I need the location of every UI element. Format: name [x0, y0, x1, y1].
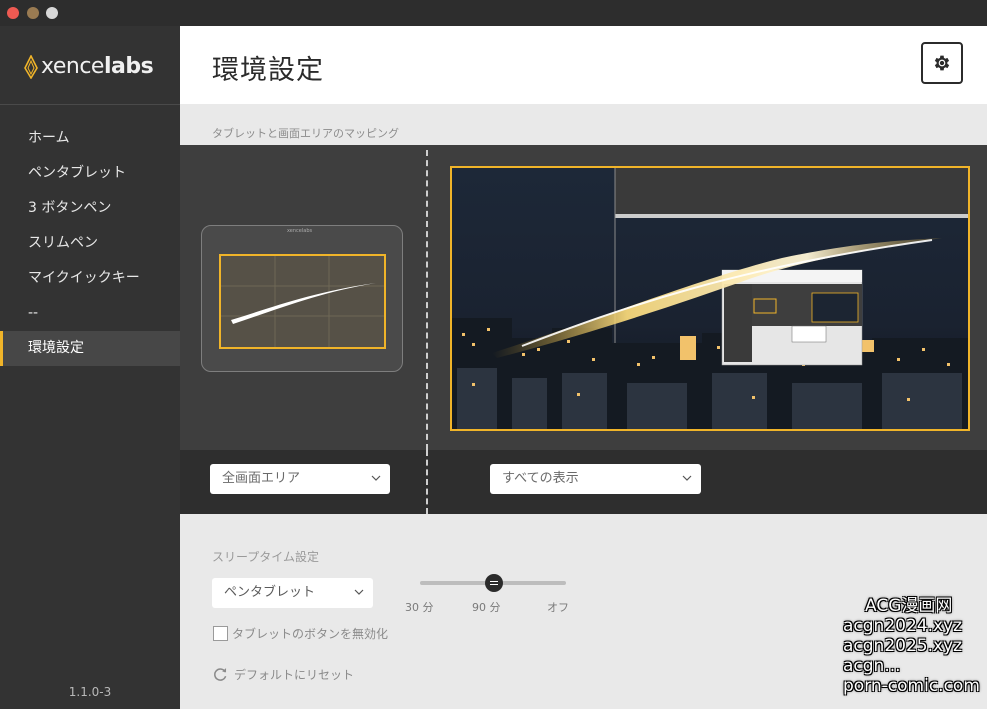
- mapping-divider: [426, 150, 428, 450]
- mapping-panel: xencelabs: [180, 145, 987, 450]
- slider-tick-30min: 30 分: [405, 601, 434, 614]
- chevron-down-icon: [354, 589, 364, 595]
- disable-buttons-checkbox[interactable]: [213, 626, 228, 641]
- logo-text-xence: xence: [41, 54, 104, 79]
- sidebar-item-pen-tablet[interactable]: ペンタブレット: [0, 156, 180, 191]
- page-header: 環境設定: [180, 26, 987, 104]
- brand-logo: xencelabs: [0, 26, 180, 105]
- sleep-device-select[interactable]: ペンタブレット: [212, 578, 373, 608]
- logo-text-labs: labs: [103, 54, 154, 79]
- xencelabs-logo-icon: [24, 55, 38, 79]
- display-select[interactable]: すべての表示: [490, 464, 701, 494]
- sidebar-nav: ホーム ペンタブレット 3 ボタンペン スリムペン マイクイックキー -- 環境…: [0, 121, 180, 366]
- watermark: ACG漫画网 acgn2024.xyz acgn2025.xyz acgn...…: [843, 596, 983, 696]
- disable-buttons-option[interactable]: タブレットのボタンを無効化: [213, 625, 388, 642]
- reset-defaults-button[interactable]: デフォルトにリセット: [212, 666, 354, 683]
- sidebar-item-placeholder[interactable]: --: [0, 296, 180, 331]
- tablet-area-select[interactable]: 全画面エリア: [210, 464, 390, 494]
- sidebar: xencelabs ホーム ペンタブレット 3 ボタンペン スリムペン マイクイ…: [0, 26, 180, 709]
- tablet-area-graphic: [221, 256, 384, 347]
- settings-button[interactable]: [921, 42, 963, 84]
- watermark-line: ACG漫画网: [865, 596, 953, 616]
- watermark-line: acgn...: [843, 656, 901, 676]
- sidebar-item-3-button-pen[interactable]: 3 ボタンペン: [0, 191, 180, 226]
- display-preview[interactable]: [450, 166, 970, 431]
- minimize-window-button[interactable]: [27, 7, 39, 19]
- sleep-time-slider-thumb[interactable]: [485, 574, 503, 592]
- tablet-area-select-value: 全画面エリア: [222, 471, 301, 486]
- reset-defaults-label: デフォルトにリセット: [234, 668, 355, 682]
- sleep-device-select-value: ペンタブレット: [224, 585, 316, 600]
- title-bar: [0, 0, 987, 26]
- chevron-down-icon: [682, 475, 692, 481]
- sleep-section-label: スリープタイム設定: [212, 550, 320, 564]
- sidebar-item-slim-pen[interactable]: スリムペン: [0, 226, 180, 261]
- display-screenshot-image: [452, 168, 968, 429]
- tablet-preview[interactable]: xencelabs: [201, 225, 403, 372]
- page-title: 環境設定: [212, 55, 324, 86]
- tablet-brand-label: xencelabs: [287, 228, 313, 234]
- logo-wordmark: xencelabs: [41, 54, 154, 79]
- reset-icon: [214, 668, 227, 681]
- sidebar-item-preferences[interactable]: 環境設定: [0, 331, 180, 366]
- mapping-section-header: タブレットと画面エリアのマッピング: [180, 104, 987, 145]
- watermark-line: acgn2025.xyz: [843, 636, 963, 656]
- disable-buttons-label: タブレットのボタンを無効化: [232, 627, 389, 641]
- chevron-down-icon: [371, 475, 381, 481]
- sidebar-item-home[interactable]: ホーム: [0, 121, 180, 156]
- close-window-button[interactable]: [7, 7, 19, 19]
- display-select-value: すべての表示: [502, 471, 579, 486]
- controls-divider: [426, 450, 428, 514]
- zoom-window-button[interactable]: [46, 7, 58, 19]
- slider-tick-off: オフ: [547, 601, 569, 614]
- watermark-line: porn-comic.com: [843, 676, 980, 696]
- sidebar-item-quick-keys[interactable]: マイクイックキー: [0, 261, 180, 296]
- gear-icon: [934, 55, 950, 71]
- app-version: 1.1.0-3: [68, 685, 112, 699]
- app-window: xencelabs ホーム ペンタブレット 3 ボタンペン スリムペン マイクイ…: [0, 0, 987, 709]
- mapping-section-label: タブレットと画面エリアのマッピング: [212, 127, 399, 140]
- watermark-line: acgn2024.xyz: [843, 616, 963, 636]
- tablet-active-area[interactable]: [219, 254, 386, 349]
- slider-tick-90min: 90 分: [472, 601, 501, 614]
- mapping-controls: 全画面エリア すべての表示: [180, 450, 987, 514]
